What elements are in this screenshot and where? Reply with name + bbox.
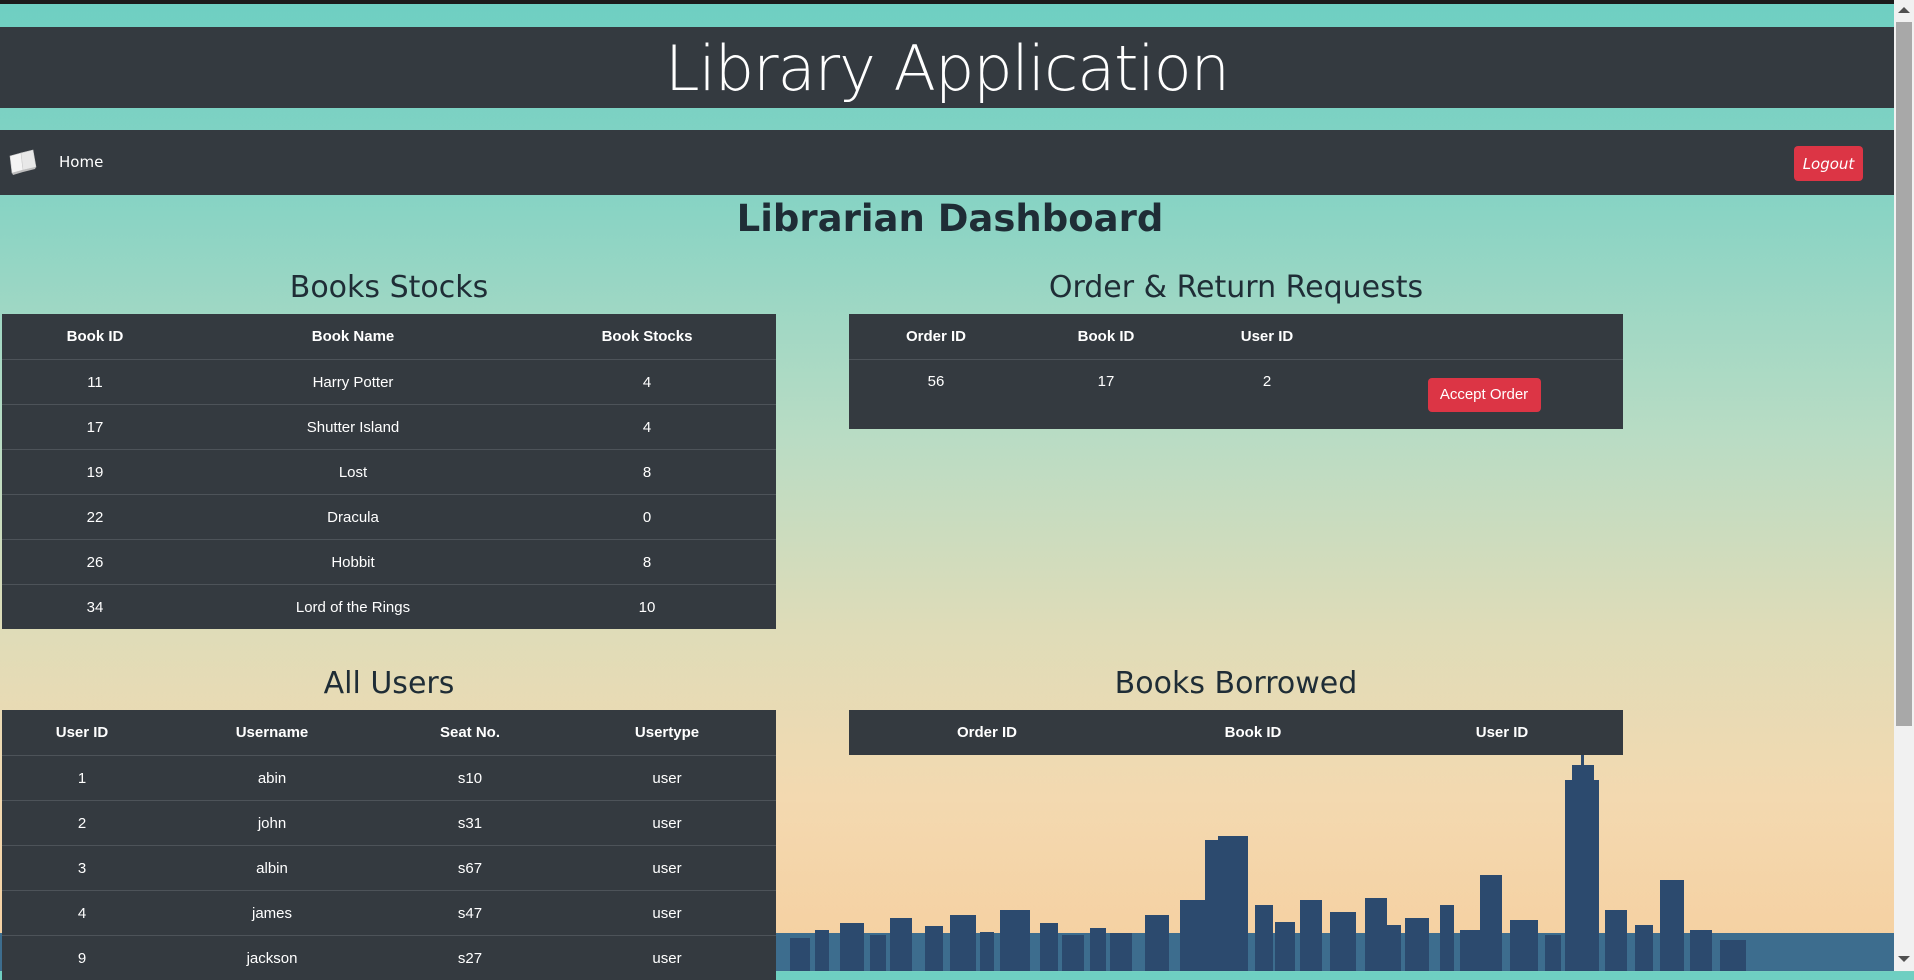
action-cell: Accept Order — [1345, 360, 1623, 430]
table-header-row: Book ID Book Name Book Stocks — [2, 314, 776, 360]
table-header-row: Order ID Book ID User ID — [849, 710, 1623, 755]
app-header: Library Application — [0, 27, 1894, 108]
book-name-cell: Harry Potter — [188, 360, 518, 405]
app-title: Library Application — [0, 27, 1894, 111]
book-stocks-cell: 0 — [518, 495, 776, 540]
requests-title: Order & Return Requests — [849, 268, 1623, 308]
table-header-row: User ID Username Seat No. Usertype — [2, 710, 776, 756]
user-id-cell: 4 — [2, 891, 162, 936]
table-row: 56 17 2 Accept Order — [849, 360, 1623, 430]
usertype-cell: user — [558, 891, 776, 936]
username-cell: abin — [162, 756, 382, 801]
book-stocks-cell: 8 — [518, 450, 776, 495]
book-id-cell: 11 — [2, 360, 188, 405]
table-row: 2 john s31 user — [2, 801, 776, 846]
column-header: Book ID — [1125, 710, 1381, 755]
column-header: Order ID — [849, 710, 1125, 755]
table-row: 1 abin s10 user — [2, 756, 776, 801]
page-title: Librarian Dashboard — [0, 196, 1900, 242]
seat-no-cell: s31 — [382, 801, 558, 846]
usertype-cell: user — [558, 756, 776, 801]
column-header: Book Stocks — [518, 314, 776, 360]
book-name-cell: Dracula — [188, 495, 518, 540]
username-cell: john — [162, 801, 382, 846]
column-header: Usertype — [558, 710, 776, 756]
column-header: Seat No. — [382, 710, 558, 756]
table-row: 26 Hobbit 8 — [2, 540, 776, 585]
seat-no-cell: s10 — [382, 756, 558, 801]
column-header: User ID — [2, 710, 162, 756]
column-header: User ID — [1381, 710, 1623, 755]
user-id-cell: 9 — [2, 936, 162, 980]
scrollbar-thumb[interactable] — [1896, 22, 1912, 726]
table-row: 22 Dracula 0 — [2, 495, 776, 540]
seat-no-cell: s67 — [382, 846, 558, 891]
book-id-cell: 34 — [2, 585, 188, 630]
books-borrowed-table: Order ID Book ID User ID — [849, 710, 1623, 755]
book-name-cell: Shutter Island — [188, 405, 518, 450]
book-name-cell: Hobbit — [188, 540, 518, 585]
usertype-cell: user — [558, 936, 776, 980]
user-id-cell: 2 — [1189, 360, 1345, 430]
scroll-up-arrow-icon[interactable] — [1898, 7, 1910, 13]
column-header: User ID — [1189, 314, 1345, 360]
username-cell: james — [162, 891, 382, 936]
book-name-cell: Lost — [188, 450, 518, 495]
usertype-cell: user — [558, 801, 776, 846]
column-header: Book ID — [1023, 314, 1189, 360]
user-id-cell: 2 — [2, 801, 162, 846]
username-cell: jackson — [162, 936, 382, 980]
requests-table: Order ID Book ID User ID 56 17 2 Accept … — [849, 314, 1623, 429]
books-stocks-table: Book ID Book Name Book Stocks 11 Harry P… — [2, 314, 776, 629]
table-row: 4 james s47 user — [2, 891, 776, 936]
navbar: Home Logout — [0, 130, 1894, 195]
book-id-cell: 26 — [2, 540, 188, 585]
accept-order-button[interactable]: Accept Order — [1428, 378, 1541, 412]
seat-no-cell: s47 — [382, 891, 558, 936]
seat-no-cell: s27 — [382, 936, 558, 980]
book-id-cell: 19 — [2, 450, 188, 495]
column-header: Book ID — [2, 314, 188, 360]
book-stocks-cell: 4 — [518, 405, 776, 450]
book-stocks-cell: 4 — [518, 360, 776, 405]
column-header: Book Name — [188, 314, 518, 360]
all-users-table: User ID Username Seat No. Usertype 1 abi… — [2, 710, 776, 980]
table-header-row: Order ID Book ID User ID — [849, 314, 1623, 360]
table-row: 11 Harry Potter 4 — [2, 360, 776, 405]
book-id-cell: 17 — [2, 405, 188, 450]
usertype-cell: user — [558, 846, 776, 891]
table-row: 17 Shutter Island 4 — [2, 405, 776, 450]
book-id-cell: 17 — [1023, 360, 1189, 430]
book-id-cell: 22 — [2, 495, 188, 540]
book-stocks-cell: 8 — [518, 540, 776, 585]
browser-top-strip — [0, 0, 1914, 4]
username-cell: albin — [162, 846, 382, 891]
books-stocks-title: Books Stocks — [2, 268, 776, 308]
order-id-cell: 56 — [849, 360, 1023, 430]
user-id-cell: 1 — [2, 756, 162, 801]
book-name-cell: Lord of the Rings — [188, 585, 518, 630]
table-row: 3 albin s67 user — [2, 846, 776, 891]
all-users-title: All Users — [2, 664, 776, 704]
table-row: 9 jackson s27 user — [2, 936, 776, 980]
table-row: 34 Lord of the Rings 10 — [2, 585, 776, 630]
column-header: Username — [162, 710, 382, 756]
column-header — [1345, 314, 1623, 360]
books-borrowed-title: Books Borrowed — [849, 664, 1623, 704]
column-header: Order ID — [849, 314, 1023, 360]
nav-home-link[interactable]: Home — [59, 150, 103, 174]
scroll-down-arrow-icon[interactable] — [1898, 956, 1910, 962]
logout-button[interactable]: Logout — [1794, 146, 1863, 181]
book-stocks-cell: 10 — [518, 585, 776, 630]
table-row: 19 Lost 8 — [2, 450, 776, 495]
user-id-cell: 3 — [2, 846, 162, 891]
open-book-icon[interactable] — [8, 148, 38, 176]
